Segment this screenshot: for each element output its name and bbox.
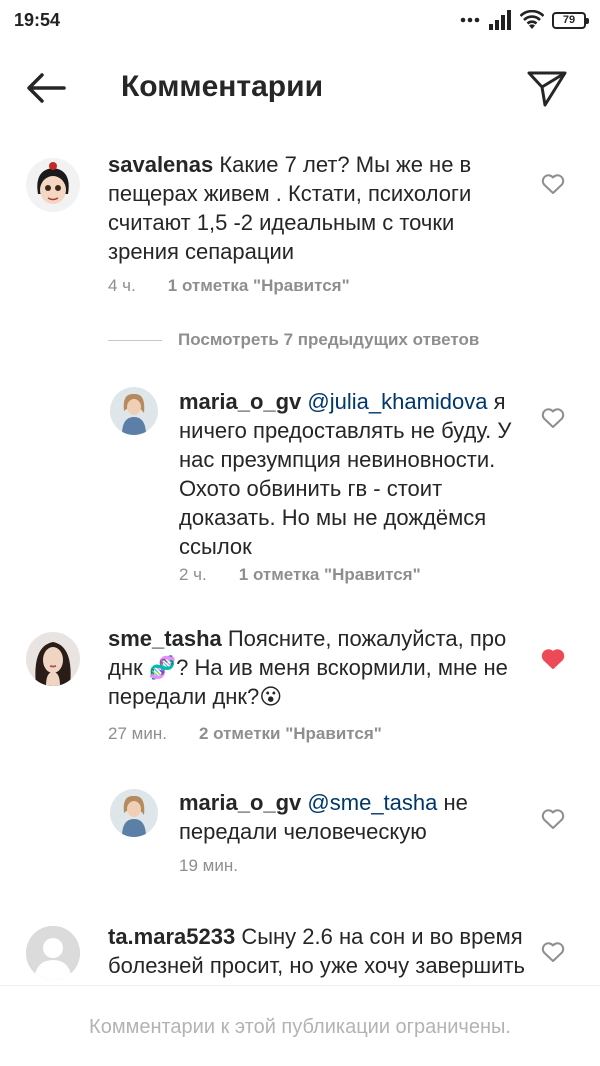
arrow-left-icon [27,73,66,103]
comment-likes[interactable]: 1 отметка "Нравится" [168,276,350,296]
comment-username[interactable]: ta.mara5233 [108,924,235,949]
comment-likes[interactable]: 1 отметка "Нравится" [239,565,421,585]
comment-username[interactable]: sme_tasha [108,626,222,651]
heart-outline-icon [541,174,565,194]
comment-mention[interactable]: @sme_tasha [307,790,437,815]
heart-outline-icon [541,408,565,428]
comment-text: sme_tasha Поясните, пожалуйста, про днк … [108,624,528,711]
comment-meta: 27 мин. 2 отметки "Нравится" [108,724,382,744]
like-button[interactable] [541,808,565,830]
comment-username[interactable]: maria_o_gv [179,389,301,414]
page-title: Комментарии [121,70,324,103]
heart-filled-icon [541,649,565,669]
comment-likes[interactable]: 2 отметки "Нравится" [199,724,382,744]
avatar[interactable] [110,789,158,837]
comment-text: maria_o_gv @sme_tasha не передали челове… [179,788,509,846]
back-button[interactable] [22,68,70,108]
like-button[interactable] [541,407,565,429]
comment-username[interactable]: maria_o_gv [179,790,301,815]
comment-meta: 19 мин. [179,856,238,876]
like-button[interactable] [541,941,565,963]
comment-time: 19 мин. [179,856,238,875]
view-replies-label: Посмотреть 7 предыдущих ответов [178,330,480,349]
comment-time: 27 мин. [108,724,167,743]
comment-mention[interactable]: @julia_khamidova [307,389,487,414]
signal-icon [489,10,511,30]
heart-outline-icon [541,942,565,962]
like-button-active[interactable] [541,648,565,670]
header: Комментарии [0,50,600,126]
more-dots-icon [460,17,480,23]
divider-line [108,339,162,341]
avatar[interactable] [26,158,80,212]
comments-restricted-footer: Комментарии к этой публикации ограничены… [0,985,600,1066]
battery-indicator: 79 [552,11,589,29]
paper-plane-icon [527,71,567,107]
status-icons: 79 [460,10,589,30]
footer-text: Комментарии к этой публикации ограничены… [89,1016,511,1038]
view-replies-button[interactable]: Посмотреть 7 предыдущих ответов [108,330,479,350]
like-button[interactable] [541,173,565,195]
share-button[interactable] [524,66,570,110]
status-time: 19:54 [14,10,61,30]
comment-text: savalenas Какие 7 лет? Мы же не в пещера… [108,150,528,266]
comment-username[interactable]: savalenas [108,152,213,177]
avatar[interactable] [110,387,158,435]
heart-outline-icon [541,809,565,829]
status-bar: 19:54 79 [0,0,600,40]
avatar-placeholder[interactable] [26,926,80,980]
comment-time: 4 ч. [108,276,136,295]
comment-meta: 2 ч. 1 отметка "Нравится" [179,565,421,585]
comment-body: я ничего предоставлять не буду. У нас пр… [179,389,512,559]
avatar[interactable] [26,632,80,686]
comment-meta: 4 ч. 1 отметка "Нравится" [108,276,350,296]
wifi-icon [520,10,544,29]
comment-time: 2 ч. [179,565,207,584]
comment-text: maria_o_gv @julia_khamidova я ничего пре… [179,387,529,561]
